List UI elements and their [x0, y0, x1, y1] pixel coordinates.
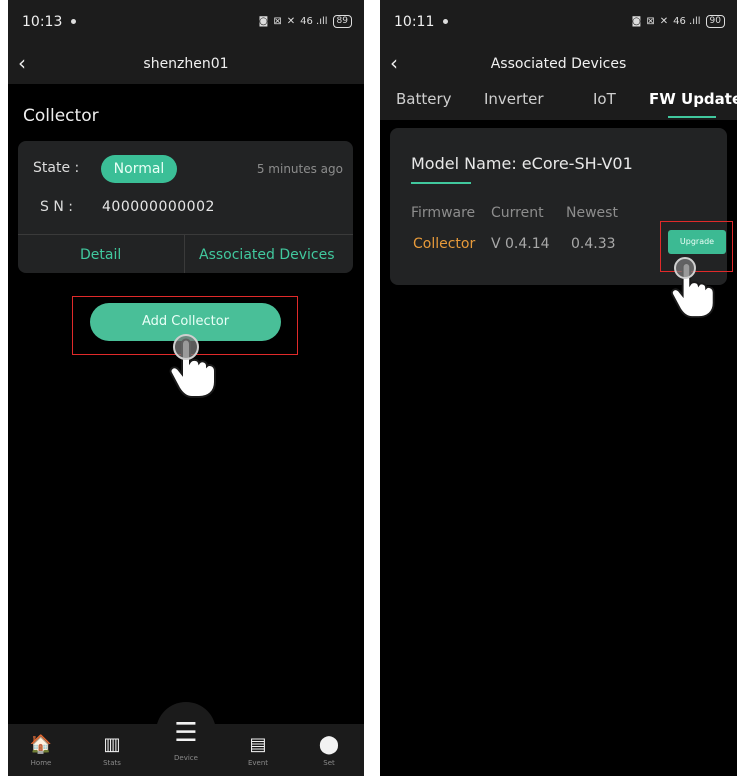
nav-item-device[interactable]: ☰ Device: [161, 720, 211, 776]
model-name: Model Name: eCore-SH-V01: [411, 154, 633, 173]
status-time: 10:13: [22, 14, 63, 30]
mute-icon: ✕: [659, 16, 669, 27]
tab-iot[interactable]: IoT: [593, 90, 616, 108]
header-newest: Newest: [566, 205, 618, 221]
signal-icon: 46 .ıll: [300, 16, 328, 27]
last-updated: 5 minutes ago: [256, 162, 343, 176]
newest-version: 0.4.33: [571, 236, 616, 252]
nav-item-set[interactable]: ⬤ Set: [304, 724, 354, 776]
card-divider: [18, 234, 353, 235]
upgrade-button[interactable]: Upgrade: [668, 230, 726, 254]
system-icons: ◙ ⊠ ✕ 46 .ıll 89: [259, 15, 352, 28]
pointing-hand-icon: [669, 256, 717, 318]
header-current: Current: [491, 205, 544, 221]
firmware-name: Collector: [413, 236, 476, 252]
section-title-collector: Collector: [23, 106, 99, 126]
tab-fw-updates[interactable]: FW Updates: [649, 90, 737, 108]
nav-item-event[interactable]: ▤ Event: [233, 724, 283, 776]
associated-devices-button[interactable]: Associated Devices: [199, 247, 335, 263]
current-version: V 0.4.14: [491, 236, 550, 252]
nav-label: Device: [174, 754, 198, 762]
tab-bar: Battery Inverter IoT FW Updates: [380, 84, 737, 120]
left-phone-screen: 10:13 ◙ ⊠ ✕ 46 .ıll 89 ‹ shenzhen01 Coll…: [8, 0, 364, 776]
tab-battery[interactable]: Battery: [396, 90, 452, 108]
battery-icon: 90: [705, 15, 725, 28]
battery-icon: 89: [332, 15, 352, 28]
detail-button[interactable]: Detail: [80, 247, 121, 263]
set-icon: ⬤: [318, 734, 340, 755]
notification-dot-icon: [443, 19, 448, 24]
status-badge: Normal: [101, 155, 177, 183]
event-icon: ▤: [249, 734, 267, 755]
sn-label: S N :: [40, 199, 73, 215]
nfc-icon: ◙: [631, 16, 642, 27]
stats-icon: ▥: [103, 734, 121, 755]
home-icon: 🏠: [29, 734, 53, 755]
vibrate-icon: ⊠: [646, 16, 655, 27]
sn-value: 400000000002: [102, 199, 215, 215]
state-label: State :: [33, 160, 80, 176]
signal-icon: 46 .ıll: [673, 16, 701, 27]
nav-label: Set: [323, 759, 335, 767]
status-bar: 10:13 ◙ ⊠ ✕ 46 .ıll 89: [8, 0, 364, 46]
status-time: 10:11: [394, 14, 435, 30]
active-tab-indicator: [668, 116, 716, 118]
tap-indicator: [674, 257, 696, 279]
app-bar: ‹ Associated Devices: [380, 46, 737, 84]
status-bar: 10:11 ◙ ⊠ ✕ 46 .ıll 90: [380, 0, 737, 46]
collector-card: State : Normal 5 minutes ago S N : 40000…: [18, 141, 353, 273]
pointing-hand-icon: [168, 332, 218, 398]
tap-indicator: [173, 334, 199, 360]
header-firmware: Firmware: [411, 205, 476, 221]
card-divider-vertical: [184, 234, 185, 273]
page-title: shenzhen01: [143, 56, 229, 72]
notification-dot-icon: [71, 19, 76, 24]
app-bar: ‹ shenzhen01: [8, 46, 364, 84]
nav-label: Event: [247, 759, 269, 767]
nfc-icon: ◙: [258, 16, 269, 27]
system-icons: ◙ ⊠ ✕ 46 .ıll 90: [632, 15, 725, 28]
mute-icon: ✕: [286, 16, 296, 27]
nav-label: Home: [30, 759, 52, 767]
tab-inverter[interactable]: Inverter: [484, 90, 543, 108]
model-underline: [411, 182, 471, 184]
device-icon: ☰: [174, 718, 198, 748]
page-title: Associated Devices: [490, 56, 627, 72]
nav-label: Stats: [103, 759, 121, 767]
vibrate-icon: ⊠: [273, 16, 282, 27]
right-phone-screen: 10:11 ◙ ⊠ ✕ 46 .ıll 90 ‹ Associated Devi…: [380, 0, 737, 776]
nav-item-stats[interactable]: ▥ Stats: [87, 724, 137, 776]
nav-item-home[interactable]: 🏠 Home: [16, 724, 66, 776]
